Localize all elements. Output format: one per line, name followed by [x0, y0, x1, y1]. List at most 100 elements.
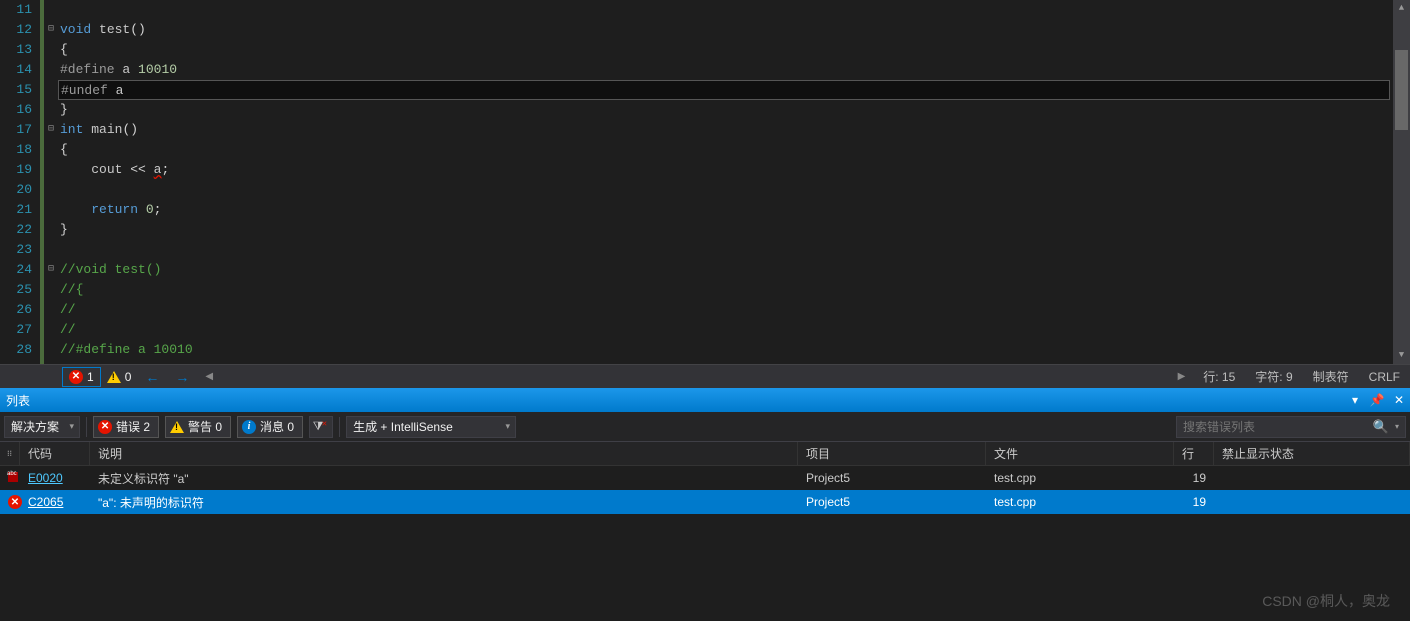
cursor-line: 行: 15 — [1193, 368, 1245, 385]
vertical-scrollbar[interactable]: ▲ ▼ — [1393, 0, 1410, 364]
search-icon[interactable]: 🔍 — [1371, 419, 1391, 435]
nav-forward-icon[interactable]: → — [167, 369, 197, 385]
eol-mode[interactable]: CRLF — [1359, 370, 1410, 384]
col-file[interactable]: 文件 — [986, 442, 1174, 465]
code-line[interactable] — [58, 0, 1410, 20]
warnings-filter-button[interactable]: 警告 0 — [165, 416, 231, 438]
code-line[interactable]: cout << a; — [58, 160, 1410, 180]
error-list-table: ⁝⁝ 代码 说明 项目 文件 行 禁止显示状态 E0020未定义标识符 "a"P… — [0, 442, 1410, 514]
error-table-header[interactable]: ⁝⁝ 代码 说明 项目 文件 行 禁止显示状态 — [0, 442, 1410, 466]
code-line[interactable]: //#define a 10010 — [58, 340, 1410, 360]
code-line[interactable]: // — [58, 320, 1410, 340]
error-row[interactable]: E0020未定义标识符 "a"Project5test.cpp19 — [0, 466, 1410, 490]
col-desc[interactable]: 说明 — [90, 442, 798, 465]
errors-filter-label: 错误 2 — [116, 418, 150, 435]
warning-icon — [170, 421, 184, 433]
warning-icon — [107, 371, 121, 383]
toolbar-divider — [86, 417, 87, 437]
error-count: 1 — [87, 370, 94, 384]
code-line[interactable]: { — [58, 140, 1410, 160]
indent-mode[interactable]: 制表符 — [1303, 368, 1359, 385]
info-icon: i — [242, 420, 256, 434]
panel-pin-icon[interactable]: 📌 — [1366, 393, 1388, 407]
fold-toggle — [44, 220, 58, 240]
fold-toggle[interactable]: ⊟ — [44, 260, 58, 280]
funnel-x-icon — [313, 419, 330, 434]
fold-toggle — [44, 320, 58, 340]
fold-toggle — [44, 340, 58, 360]
search-dropdown-icon[interactable]: ▾ — [1391, 422, 1399, 431]
code-line[interactable]: #undef a — [58, 80, 1390, 100]
code-line[interactable]: //{ — [58, 280, 1410, 300]
fold-toggle[interactable]: ⊟ — [44, 20, 58, 40]
errors-filter-button[interactable]: ✕ 错误 2 — [93, 416, 159, 438]
scroll-down-arrow[interactable]: ▼ — [1393, 347, 1410, 364]
build-combo-label: 生成 + IntelliSense — [353, 418, 453, 435]
scroll-thumb[interactable] — [1395, 50, 1408, 130]
fold-toggle — [44, 280, 58, 300]
hscroll-left-icon[interactable]: ◀ — [197, 371, 221, 382]
nav-back-icon[interactable]: ← — [137, 369, 167, 385]
scope-combo[interactable]: 解决方案 — [4, 416, 80, 438]
line-number-gutter: 111213141516171819202122232425262728 — [0, 0, 40, 364]
error-search-input[interactable] — [1183, 420, 1371, 434]
fold-toggle — [44, 300, 58, 320]
col-suppress[interactable]: 禁止显示状态 — [1214, 442, 1410, 465]
fold-toggle — [44, 180, 58, 200]
error-indicator[interactable]: ✕ 1 — [62, 367, 101, 387]
col-icon[interactable]: ⁝⁝ — [0, 442, 20, 465]
col-code[interactable]: 代码 — [20, 442, 90, 465]
code-line[interactable]: } — [58, 220, 1410, 240]
warnings-filter-label: 警告 0 — [188, 418, 222, 435]
error-icon: ✕ — [69, 370, 83, 384]
col-line[interactable]: 行 — [1174, 442, 1214, 465]
panel-title: 列表 — [6, 392, 1344, 409]
toolbar-divider — [339, 417, 340, 437]
error-list-titlebar: 列表 ▾ 📌 ✕ — [0, 388, 1410, 412]
col-proj[interactable]: 项目 — [798, 442, 986, 465]
scroll-up-arrow[interactable]: ▲ — [1393, 0, 1410, 17]
hscroll-right-icon[interactable]: ▶ — [1170, 371, 1194, 382]
code-line[interactable] — [58, 180, 1410, 200]
build-intellisense-combo[interactable]: 生成 + IntelliSense — [346, 416, 516, 438]
error-icon: ✕ — [98, 420, 112, 434]
clear-filter-button[interactable] — [309, 416, 333, 438]
fold-toggle — [44, 100, 58, 120]
code-line[interactable]: #define a 10010 — [58, 60, 1410, 80]
fold-toggle — [44, 200, 58, 220]
editor-statusbar: ✕ 1 0 ← → ◀ ▶ 行: 15 字符: 9 制表符 CRLF — [0, 364, 1410, 388]
code-line[interactable]: } — [58, 100, 1410, 120]
code-line[interactable]: { — [58, 40, 1410, 60]
panel-dropdown-icon[interactable]: ▾ — [1344, 393, 1366, 407]
code-line[interactable]: int main() — [58, 120, 1410, 140]
fold-toggle[interactable]: ⊟ — [44, 120, 58, 140]
code-line[interactable]: void test() — [58, 20, 1410, 40]
panel-close-icon[interactable]: ✕ — [1388, 393, 1410, 407]
code-content[interactable]: void test(){#define a 10010#undef a}int … — [58, 0, 1410, 364]
code-line[interactable]: return 0; — [58, 200, 1410, 220]
cursor-col: 字符: 9 — [1245, 368, 1302, 385]
warning-indicator[interactable]: 0 — [101, 365, 138, 388]
fold-toggle — [44, 240, 58, 260]
fold-toggle — [44, 80, 58, 100]
intellisense-icon — [8, 472, 18, 482]
error-code-link[interactable]: E0020 — [28, 471, 63, 485]
fold-toggle — [44, 140, 58, 160]
fold-toggle — [44, 0, 58, 20]
fold-toggle — [44, 60, 58, 80]
fold-column[interactable]: ⊟ ⊟ ⊟ — [44, 0, 58, 364]
messages-filter-button[interactable]: i 消息 0 — [237, 416, 303, 438]
error-row[interactable]: ✕C2065"a": 未声明的标识符Project5test.cpp19 — [0, 490, 1410, 514]
fold-toggle — [44, 160, 58, 180]
code-line[interactable]: //void test() — [58, 260, 1410, 280]
warning-count: 0 — [125, 370, 132, 384]
error-list-toolbar: 解决方案 ✕ 错误 2 警告 0 i 消息 0 生成 + IntelliSens… — [0, 412, 1410, 442]
code-line[interactable] — [58, 240, 1410, 260]
fold-toggle — [44, 40, 58, 60]
messages-filter-label: 消息 0 — [260, 418, 294, 435]
code-editor[interactable]: 111213141516171819202122232425262728 ⊟⊟⊟… — [0, 0, 1410, 364]
error-code-link[interactable]: C2065 — [28, 495, 63, 509]
watermark-text: CSDN @桐人，奥龙 — [1262, 591, 1390, 611]
code-line[interactable]: // — [58, 300, 1410, 320]
error-search-box[interactable]: 🔍 ▾ — [1176, 416, 1406, 438]
